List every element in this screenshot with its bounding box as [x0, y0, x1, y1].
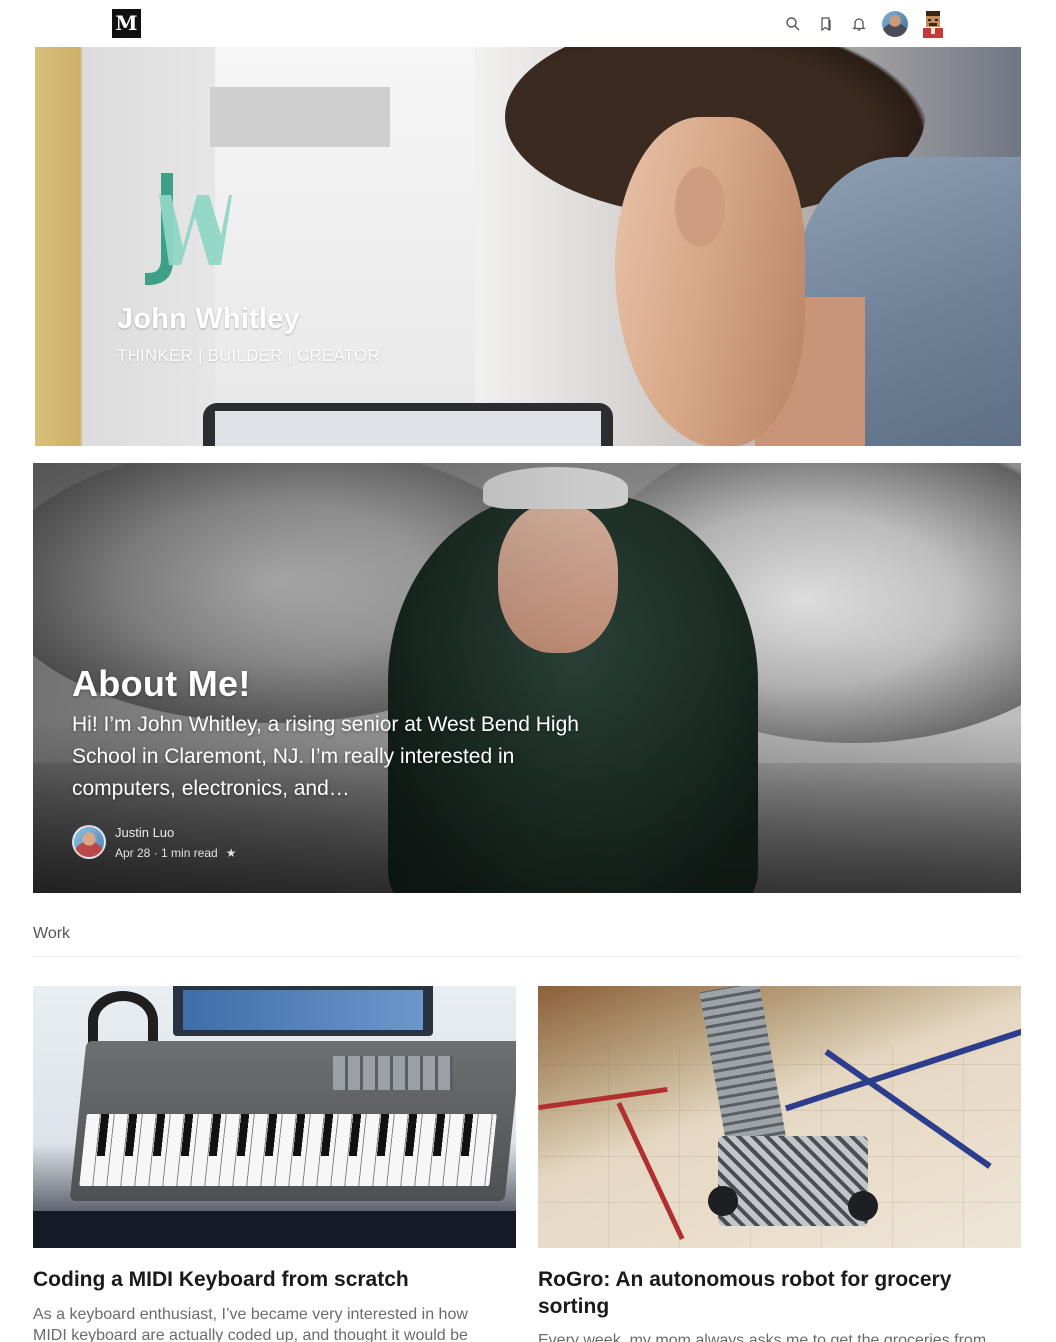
- photo-robot-wheel: [708, 1186, 738, 1216]
- post-title[interactable]: RoGro: An autonomous robot for grocery s…: [538, 1266, 1021, 1320]
- featured-story-excerpt[interactable]: Hi! I’m John Whitley, a rising senior at…: [72, 709, 612, 805]
- user-avatar[interactable]: [882, 11, 908, 37]
- post-title[interactable]: Coding a MIDI Keyboard from scratch: [33, 1266, 516, 1293]
- featured-story-card[interactable]: About Me! Hi! I’m John Whitley, a rising…: [33, 463, 1021, 893]
- section-heading-work[interactable]: Work: [33, 925, 70, 943]
- section-divider: [33, 956, 1021, 957]
- photo-robot-wheel: [848, 1191, 878, 1221]
- photo-keyboard-pads: [333, 1056, 453, 1090]
- photo-monitor: [173, 986, 433, 1036]
- hero-photo-window: [210, 87, 390, 147]
- publication-hero-banner: John Whitley THINKER | BUILDER | CREATOR: [35, 47, 1021, 446]
- story-date: Apr 28: [115, 846, 151, 860]
- author-name[interactable]: Justin Luo: [115, 825, 174, 840]
- photo-keyboard-black-keys: [88, 1114, 494, 1156]
- photo-robot-chassis: [718, 1136, 868, 1226]
- profile-emoji-avatar[interactable]: [920, 10, 946, 38]
- featured-story-title[interactable]: About Me!: [72, 663, 251, 705]
- notifications-icon[interactable]: [849, 14, 869, 34]
- publication-tagline: THINKER | BUILDER | CREATOR: [117, 346, 380, 365]
- publication-title: John Whitley: [117, 303, 300, 335]
- post-image-robot[interactable]: [538, 986, 1021, 1248]
- member-star-icon: ★: [225, 846, 237, 860]
- hero-photo-face: [615, 117, 805, 446]
- post-excerpt[interactable]: As a keyboard enthusiast, I’ve became ve…: [33, 1304, 503, 1342]
- nav-icon-group: [770, 10, 946, 38]
- top-navigation-bar: M: [0, 0, 1056, 46]
- meta-separator: ·: [150, 846, 162, 860]
- post-image-midi-keyboard[interactable]: [33, 986, 516, 1248]
- story-read-time: 1 min read: [161, 846, 218, 860]
- jw-monogram-logo: [117, 173, 232, 291]
- medium-logo[interactable]: M: [112, 9, 141, 38]
- hero-photo-laptop: [203, 403, 613, 446]
- photo-desk: [33, 1211, 516, 1248]
- post-excerpt[interactable]: Every week, my mom always asks me to get…: [538, 1330, 1008, 1342]
- hero-photo-ear: [675, 167, 725, 247]
- bookmarks-icon[interactable]: [816, 14, 836, 34]
- author-avatar[interactable]: [72, 825, 106, 859]
- search-icon[interactable]: [783, 14, 803, 34]
- story-meta: Apr 28 · 1 min read ★: [115, 846, 237, 860]
